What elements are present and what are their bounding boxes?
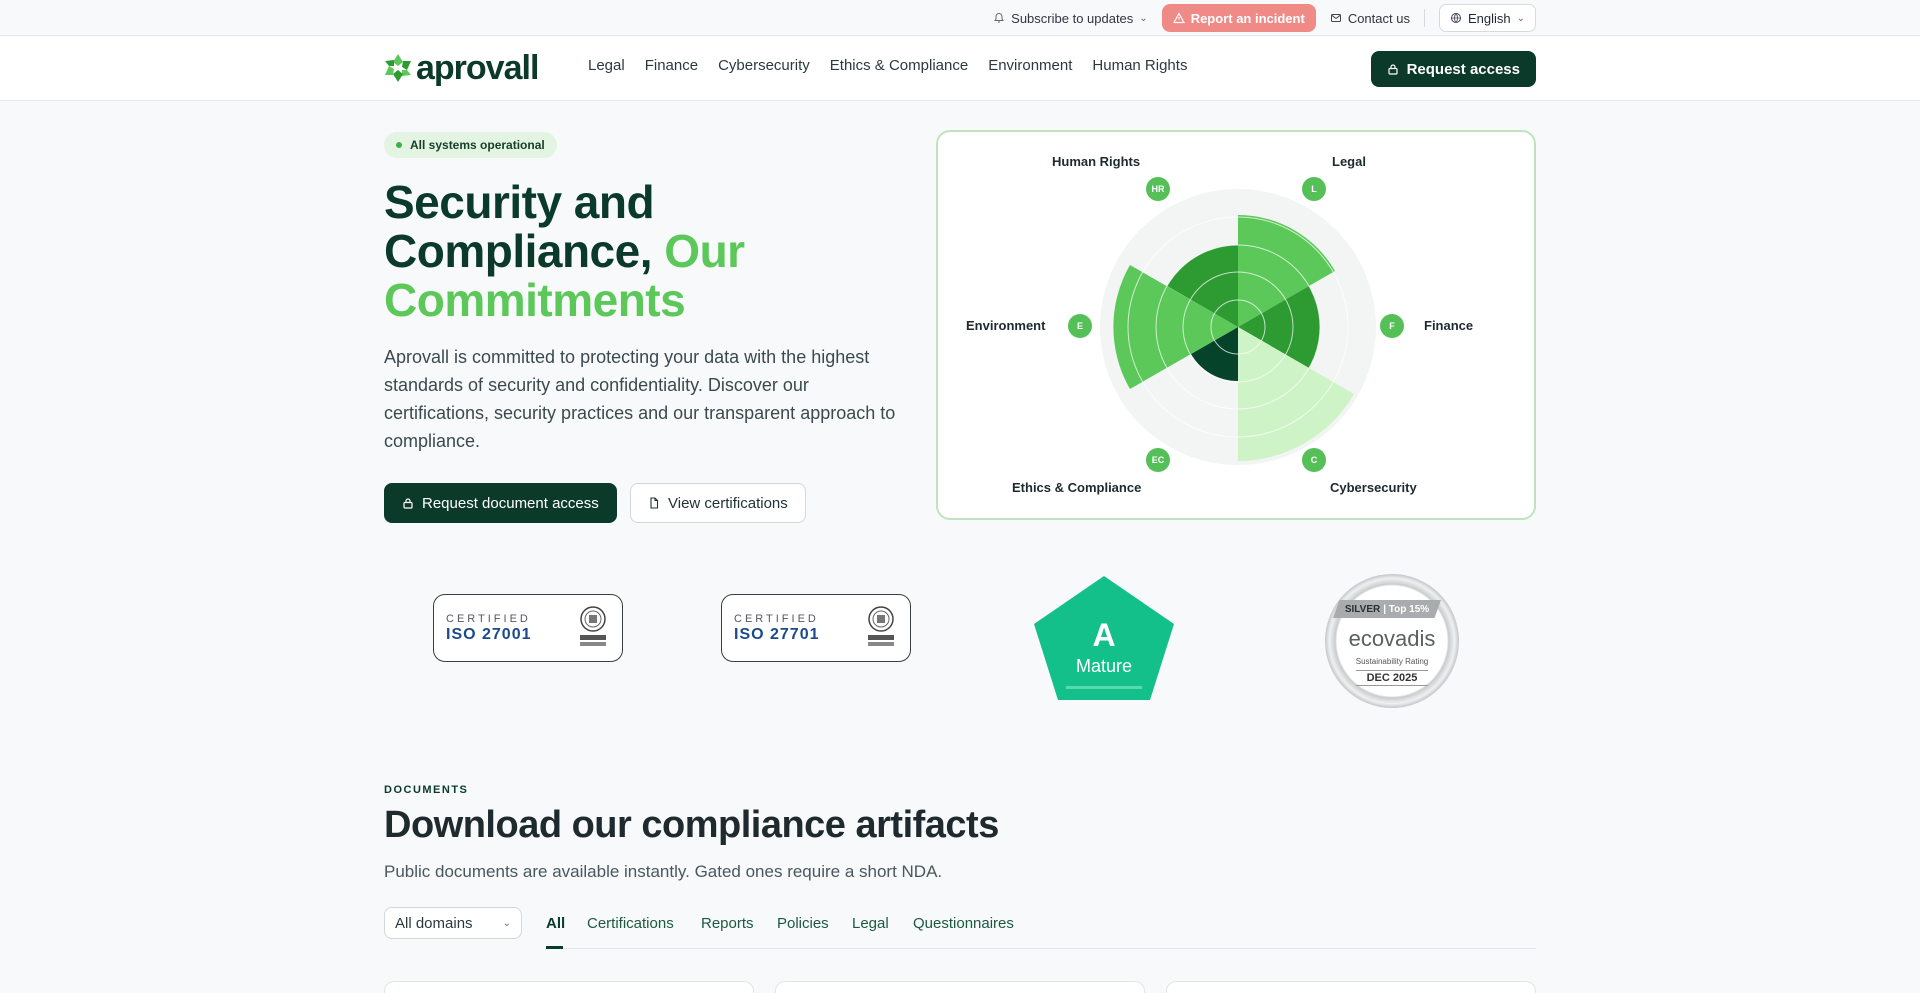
- document-card[interactable]: [775, 981, 1145, 993]
- chevron-down-icon: ⌄: [502, 917, 511, 929]
- ecovadis-medal: SILVER | Top 15% ecovadis Sustainability…: [1325, 574, 1459, 708]
- tab-certifications[interactable]: Certifications: [587, 915, 674, 932]
- maturity-rating-badge: A Mature: [1034, 576, 1174, 700]
- domain-filter-select[interactable]: All domains ⌄: [384, 907, 522, 939]
- iso-27001-name: ISO 27001: [446, 626, 532, 643]
- logo-text: aprovall: [416, 49, 539, 87]
- radar-badge-ethics-compliance: EC: [1146, 448, 1170, 472]
- nav-link-legal[interactable]: Legal: [588, 57, 625, 74]
- iso-27001-kicker: CERTIFIED: [446, 613, 531, 625]
- request-access-label: Request access: [1406, 60, 1520, 78]
- section-kicker: DOCUMENTS: [384, 784, 469, 796]
- report-incident-label: Report an incident: [1190, 10, 1305, 26]
- page-title: Security and Compliance, Our Commitments: [384, 178, 924, 325]
- view-certifications-label: View certifications: [668, 494, 788, 512]
- title-line-2: Compliance,: [384, 225, 653, 277]
- utility-actions: Subscribe to updates ⌄ Report an inciden…: [993, 4, 1536, 32]
- radar-label-legal: Legal: [1332, 154, 1366, 169]
- tab-reports[interactable]: Reports: [701, 915, 754, 932]
- document-card[interactable]: [1166, 981, 1536, 993]
- active-tab-indicator: [546, 946, 563, 949]
- logo[interactable]: aprovall: [384, 49, 539, 87]
- ecovadis-rank: | Top 15%: [1383, 603, 1430, 615]
- section-title: Download our compliance artifacts: [384, 804, 999, 846]
- divider: [1423, 9, 1425, 27]
- request-document-access-label: Request document access: [422, 494, 599, 512]
- section-description: Public documents are available instantly…: [384, 862, 943, 881]
- radar-label-ethics-compliance: Ethics & Compliance: [1012, 480, 1142, 495]
- document-icon: [650, 497, 659, 509]
- nav-link-cybersecurity[interactable]: Cybersecurity: [718, 57, 810, 74]
- tab-legal[interactable]: Legal: [852, 915, 889, 932]
- radar-label-cybersecurity: Cybersecurity: [1330, 480, 1417, 495]
- status-dot: [396, 142, 402, 148]
- ecovadis-subtitle: Sustainability Rating: [1355, 657, 1429, 666]
- tab-questionnaires[interactable]: Questionnaires: [913, 915, 1014, 932]
- radar-badge-environment: E: [1068, 314, 1092, 338]
- chevron-down-icon: ⌄: [1516, 12, 1525, 24]
- ecovadis-banner: SILVER | Top 15%: [1333, 600, 1441, 618]
- nav-link-human-rights[interactable]: Human Rights: [1092, 57, 1187, 74]
- language-label: English: [1467, 10, 1511, 26]
- radar-badge-human-rights: HR: [1146, 177, 1170, 201]
- subscribe-link[interactable]: Subscribe to updates ⌄: [993, 11, 1148, 26]
- rating-label: Mature: [1076, 656, 1132, 676]
- document-card[interactable]: [384, 981, 754, 993]
- ecovadis-date: DEC 2025: [1356, 670, 1428, 686]
- domain-filter-value: All domains: [395, 914, 473, 932]
- status-badge: All systems operational: [384, 132, 557, 158]
- mail-icon: [1330, 14, 1341, 22]
- bureau-veritas-seal-icon: [580, 606, 606, 646]
- nav-links: Legal Finance Cybersecurity Ethics & Com…: [588, 57, 1187, 74]
- iso-27001-badge: CERTIFIED ISO 27001: [433, 594, 623, 662]
- ecovadis-name: ecovadis: [1348, 626, 1436, 651]
- logo-mark-icon: [385, 54, 411, 82]
- radar-badge-legal: L: [1302, 177, 1326, 201]
- radar-label-environment: Environment: [966, 318, 1046, 333]
- main-nav: aprovall Legal Finance Cybersecurity Eth…: [0, 37, 1920, 101]
- hero-description: Aprovall is committed to protecting your…: [384, 347, 896, 451]
- contact-link[interactable]: Contact us: [1330, 11, 1410, 26]
- nav-link-ethics-compliance[interactable]: Ethics & Compliance: [830, 57, 968, 74]
- nav-link-finance[interactable]: Finance: [645, 57, 698, 74]
- request-access-button[interactable]: Request access: [1370, 51, 1536, 87]
- tab-all[interactable]: All: [546, 915, 565, 932]
- bureau-veritas-seal-icon: [868, 606, 894, 646]
- radar-label-finance: Finance: [1424, 318, 1474, 333]
- rating-grade: A: [1092, 617, 1115, 653]
- utility-bar: Subscribe to updates ⌄ Report an inciden…: [0, 0, 1920, 36]
- radar-badge-cybersecurity: C: [1302, 448, 1326, 472]
- rating-footnote-mark: [1066, 686, 1142, 689]
- iso-27701-kicker: CERTIFIED: [734, 613, 819, 625]
- request-document-access-button[interactable]: Request document access: [384, 483, 617, 523]
- contact-label: Contact us: [1347, 10, 1410, 26]
- radar-badge-finance: F: [1380, 314, 1404, 338]
- title-accent-1: Our: [664, 225, 745, 277]
- bell-icon: [994, 12, 1005, 23]
- report-incident-button[interactable]: Report an incident: [1161, 4, 1316, 32]
- iso-27701-badge: CERTIFIED ISO 27701: [721, 594, 911, 662]
- lock-icon: [403, 498, 413, 509]
- globe-icon: [1450, 13, 1461, 23]
- lock-icon: [1387, 64, 1398, 75]
- document-tabs: All Certifications Reports Policies Lega…: [546, 907, 1536, 949]
- nav-link-environment[interactable]: Environment: [988, 57, 1072, 74]
- compliance-radar-card: Human Rights HR Legal L Finance F Cybers…: [936, 130, 1536, 520]
- radar-label-human-rights: Human Rights: [1052, 154, 1141, 169]
- tab-policies[interactable]: Policies: [777, 915, 829, 932]
- chevron-down-icon: ⌄: [1139, 12, 1148, 24]
- iso-27701-name: ISO 27701: [734, 626, 820, 643]
- title-line-1: Security and: [384, 176, 655, 228]
- subscribe-label: Subscribe to updates: [1011, 10, 1134, 26]
- language-select[interactable]: English ⌄: [1438, 4, 1536, 32]
- status-label: All systems operational: [410, 138, 545, 152]
- warning-icon: [1172, 12, 1185, 24]
- view-certifications-button[interactable]: View certifications: [630, 483, 806, 523]
- ecovadis-level: SILVER: [1344, 603, 1381, 615]
- title-accent-2: Commitments: [384, 274, 686, 326]
